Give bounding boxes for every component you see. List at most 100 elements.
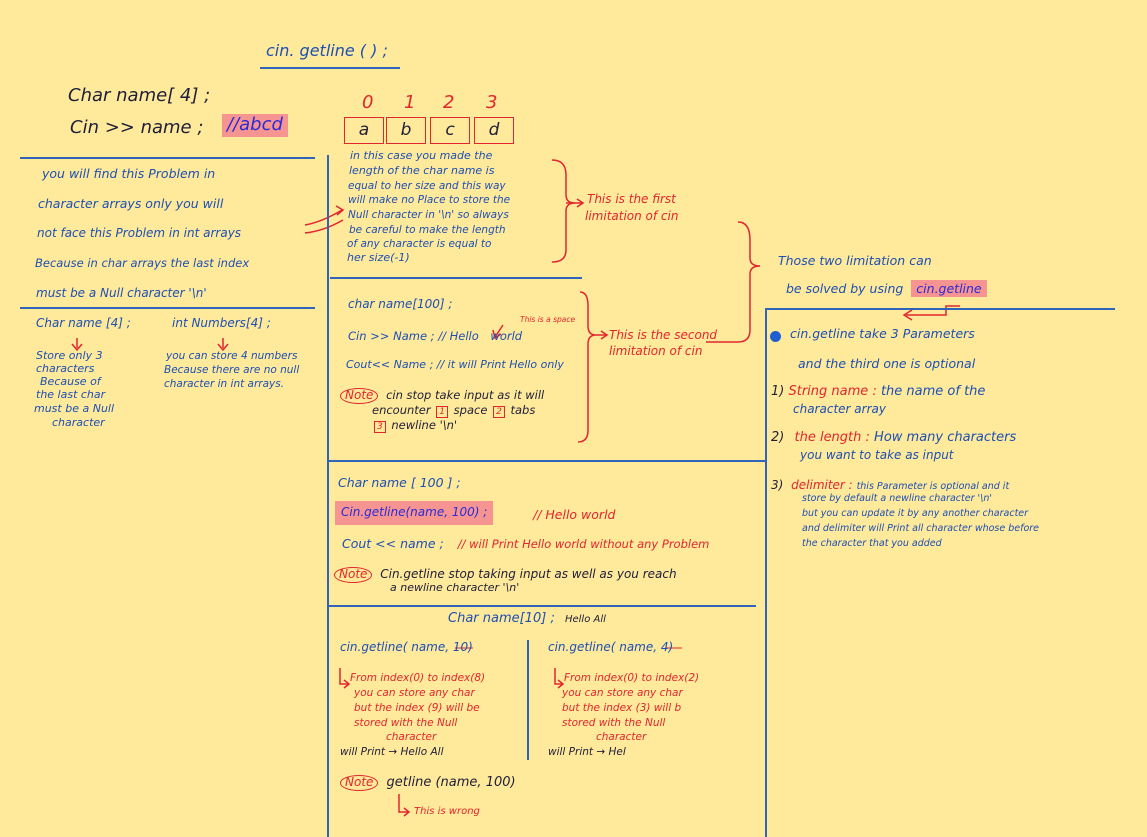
char-note-4: must be a Null (34, 402, 115, 415)
explain-line-0: in this case you made the (350, 149, 493, 162)
explain-line-3: will make no Place to store the (348, 194, 511, 206)
bottom-right-result: will Print → Hel (548, 746, 626, 758)
wrong-label: This is wrong (414, 806, 480, 817)
char-note-2: Because of (40, 375, 101, 388)
num-3: 3 (374, 421, 386, 434)
right-divider (765, 308, 767, 837)
param-2: 2) the length : How many characters (771, 430, 1017, 446)
second-note-1: Note cin stop take input as it will (340, 388, 544, 404)
second-cin-world: world (490, 329, 523, 343)
cin-statement: Cin >> name ; (70, 117, 204, 138)
array-cell-0: a (344, 117, 384, 144)
first-limitation-1: limitation of cin (585, 209, 679, 223)
second-bottom-rule (328, 460, 765, 462)
bottom-right-4: character (596, 731, 647, 743)
second-decl: char name[100] ; (348, 297, 453, 311)
second-note-3-text: newline '\n' (391, 418, 458, 432)
param-2-desc2: you want to take as input (800, 448, 954, 462)
array-cell-2: c (430, 117, 470, 144)
array-cell-3: d (474, 117, 514, 144)
param-3-line-0: this Parameter is optional and it (856, 481, 1010, 492)
example-cout: Cout << name ; // will Print Hello world… (342, 536, 710, 551)
explain-line-1: length of the char name is (349, 164, 495, 177)
example-cout-comment: // will Print Hello world without any Pr… (457, 537, 710, 551)
arrow-right-icon: → (596, 746, 606, 758)
second-note-2-c: tabs (510, 403, 536, 417)
example-decl: Char name [ 100 ] ; (338, 475, 461, 490)
right-top-rule (765, 308, 1115, 310)
second-limitation-0: This is the second (609, 328, 718, 342)
param-2-num: 2) (771, 430, 785, 445)
example-note-1-text: Cin.getline stop taking input as well as… (380, 567, 677, 581)
param-3-num: 3) (771, 478, 784, 492)
int-note-2: character in int arrays. (164, 378, 285, 390)
second-cin: Cin >> Name ; // Hello world (348, 329, 523, 343)
bottom-right-2: but the index (3) will b (562, 702, 682, 714)
bottom-left-2: but the index (9) will be (354, 702, 480, 714)
param-1-num: 1) (771, 384, 785, 399)
solution-line-2: be solved by using cin.getline (786, 280, 987, 297)
array-index-1: 1 (404, 92, 416, 113)
explain-line-6: of any character is equal to (347, 238, 492, 250)
char-declaration: Char name[ 4] ; (68, 85, 211, 106)
char-note-3: the last char (36, 388, 106, 401)
explain-bottom-rule (330, 277, 582, 279)
array-index-3: 3 (486, 92, 498, 113)
char-note-1: characters (36, 362, 95, 375)
example-comment: // Hello world (533, 507, 616, 522)
param-3-line-1: store by default a newline character '\n… (802, 493, 992, 504)
num-2: 2 (493, 406, 505, 419)
getline-highlight: cin.getline (911, 280, 987, 297)
bottom-right-0: From index(0) to index(2) (564, 672, 700, 684)
note-badge: Note (340, 775, 379, 791)
param-2-desc: How many characters (874, 430, 1017, 445)
left-line-2: not face this Problem in int arrays (37, 226, 242, 240)
bottom-left-1: you can store any char (354, 687, 475, 699)
bottom-left-print: will Print (340, 746, 386, 758)
param-3-line-3: and delimiter will Print all character w… (802, 523, 1040, 534)
second-cout: Cout<< Name ; // it will Print Hello onl… (346, 358, 564, 371)
bullet-icon (770, 331, 781, 342)
param-1: 1) String name : the name of the (771, 384, 986, 400)
param-1-desc2: character array (793, 402, 886, 416)
left-line-4: must be a Null character '\n' (36, 286, 207, 300)
left-top-rule (20, 157, 315, 159)
explain-line-4: Null character in '\n' so always (348, 209, 509, 221)
char-array-decl: Char name [4] ; (36, 316, 131, 330)
example-note-2: a newline character '\n' (390, 581, 520, 594)
array-index-2: 2 (443, 92, 455, 113)
char-note-5: character (52, 416, 105, 429)
param-1-desc: the name of the (880, 384, 986, 399)
bottom-split (527, 640, 529, 760)
param-3-line-4: the character that you added (802, 538, 942, 549)
input-comment: //abcd (222, 114, 288, 137)
params-line-1: cin.getline take 3 Parameters (790, 326, 975, 341)
bottom-right-output: Hel (608, 746, 626, 758)
note-badge: Note (340, 388, 379, 404)
second-limitation-1: limitation of cin (609, 344, 703, 358)
title-underline (260, 67, 400, 69)
second-note-2: encounter 1 space 2 tabs (372, 403, 536, 419)
param-3-name: delimiter : (791, 478, 853, 492)
explain-line-7: her size(-1) (347, 251, 410, 264)
bottom-title-comment: Hello All (564, 614, 606, 625)
example-cout-text: Cout << name ; (342, 536, 444, 551)
first-limitation-0: This is the first (587, 192, 676, 206)
array-index-0: 0 (362, 92, 374, 113)
param-3: 3) delimiter : this Parameter is optiona… (771, 478, 1010, 493)
params-line-2: and the third one is optional (798, 356, 976, 371)
bottom-right-print: will Print (548, 746, 594, 758)
array-cell-1: b (386, 117, 426, 144)
second-note-2-a: encounter (372, 403, 431, 417)
bottom-title: Char name[10] ; Hello All (448, 611, 606, 627)
bottom-left-output: Hello All (400, 746, 444, 758)
center-divider (327, 155, 329, 837)
explain-line-5: be careful to make the length (349, 224, 506, 236)
example-bottom-rule (328, 605, 756, 607)
int-array-decl: int Numbers[4] ; (172, 316, 271, 330)
second-note-2-b: space (453, 403, 488, 417)
int-note-1: Because there are no null (164, 364, 300, 376)
left-line-3: Because in char arrays the last index (35, 256, 250, 270)
bottom-left-call: cin.getline( name, 10) (340, 640, 473, 654)
left-line-0: you will find this Problem in (42, 166, 216, 181)
